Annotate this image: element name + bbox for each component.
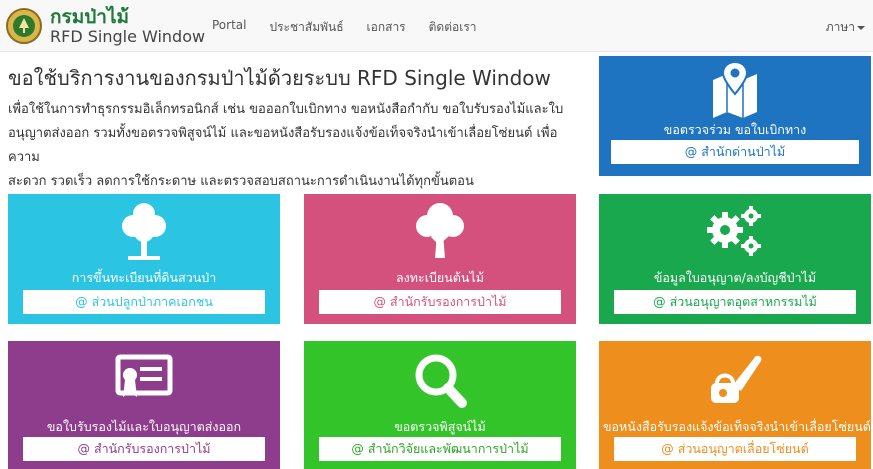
- page-heading: ขอใช้บริการงานของกรมป่าไม้ด้วยระบบ RFD S…: [8, 66, 551, 90]
- nav-contact[interactable]: ติดต่อเรา: [429, 18, 477, 37]
- forest-trees-icon: [8, 200, 280, 262]
- tile-agency-button[interactable]: @ ส่วนอนุญาตอุตสาหกรรมไม้: [614, 290, 856, 314]
- map-pin-icon: [599, 60, 871, 118]
- magnifier-icon: [304, 351, 576, 409]
- tile-title: ข้อมูลใบอนุญาต/ลงบัญชีป่าไม้: [653, 270, 817, 285]
- intro-line-1: เพื่อใช้ในการทำธุรกรรมอิเล็กทรอนิกส์ เช่…: [8, 102, 564, 117]
- intro-line-3: สะดวก รวดเร็ว ลดการใช้กระดาษ และตรวจสอบส…: [8, 174, 474, 189]
- tile-agency-button[interactable]: @ ส่วนปลูกป่าภาคเอกชน: [23, 290, 265, 314]
- tile-title: การขึ้นทะเบียนที่ดินสวนป่า: [71, 270, 217, 285]
- top-navbar: กรมป่าไม้ RFD Single Window Portal ประชา…: [0, 0, 873, 52]
- brand-subtitle: RFD Single Window: [50, 26, 206, 46]
- tile-chainsaw-import-certificate[interactable]: ขอหนังสือรับรองแจ้งข้อเท็จจริงนำเข้าเลื่…: [599, 341, 871, 469]
- tile-agency-button[interactable]: @ ส่วนอนุญาตเลื่อยโซ่ยนต์: [614, 437, 856, 461]
- tile-title: ขอตรวจพิสูจน์ไม้: [394, 419, 486, 434]
- rfd-logo-icon: [6, 8, 42, 44]
- main-nav: Portal ประชาสัมพันธ์ เอกสาร ติดต่อเรา: [212, 18, 500, 37]
- tile-tree-registration[interactable]: ลงทะเบียนต้นไม้ @ สำนักรับรองการป่าไม้: [304, 194, 576, 324]
- tile-plantation-registration[interactable]: การขึ้นทะเบียนที่ดินสวนป่า @ ส่วนปลูกป่า…: [8, 194, 280, 324]
- tile-agency-button[interactable]: @ สำนักรับรองการป่าไม้: [319, 290, 561, 314]
- language-label: ภาษา: [825, 20, 855, 34]
- intro-line-2: อนุญาตส่งออก รวมทั้งขอตรวจพิสูจน์ไม้ และ…: [8, 126, 558, 165]
- tile-title: ขอหนังสือรับรองแจ้งข้อเท็จจริงนำเข้าเลื่…: [603, 419, 871, 434]
- tile-agency-button[interactable]: @ สำนักรับรองการป่าไม้: [23, 437, 265, 461]
- tile-agency-button[interactable]: @ สำนักด่านป่าไม้: [611, 140, 859, 164]
- tile-joint-inspection[interactable]: ขอตรวจร่วม ขอใบเบิกทาง @ สำนักด่านป่าไม้: [599, 56, 871, 176]
- tree-icon: [304, 200, 576, 262]
- tile-export-certificate[interactable]: ขอใบรับรองไม้และใบอนุญาตส่งออก @ สำนักรั…: [8, 341, 280, 469]
- tile-title: ขอใบรับรองไม้และใบอนุญาตส่งออก: [46, 419, 242, 434]
- brand-title: กรมป่าไม้: [50, 5, 130, 28]
- tile-title: ลงทะเบียนต้นไม้: [396, 270, 484, 285]
- language-dropdown[interactable]: ภาษา: [826, 18, 865, 37]
- tile-agency-button[interactable]: @ สำนักวิจัยและพัฒนาการป่าไม้: [319, 437, 561, 461]
- gears-icon: [599, 200, 871, 262]
- brand-home-link[interactable]: กรมป่าไม้ RFD Single Window: [6, 4, 205, 48]
- certificate-icon: [8, 351, 280, 407]
- chainsaw-icon: [599, 351, 871, 411]
- tile-wood-identification[interactable]: ขอตรวจพิสูจน์ไม้ @ สำนักวิจัยและพัฒนาการ…: [304, 341, 576, 469]
- intro-section: ขอใช้บริการงานของกรมป่าไม้ด้วยระบบ RFD S…: [8, 66, 588, 194]
- tile-title: ขอตรวจร่วม ขอใบเบิกทาง: [663, 122, 807, 137]
- nav-public-relations[interactable]: ประชาสัมพันธ์: [269, 18, 343, 37]
- nav-portal[interactable]: Portal: [212, 18, 246, 37]
- caret-down-icon: [857, 25, 865, 30]
- nav-documents[interactable]: เอกสาร: [367, 18, 406, 37]
- tile-license-data[interactable]: ข้อมูลใบอนุญาต/ลงบัญชีป่าไม้ @ ส่วนอนุญา…: [599, 194, 871, 324]
- intro-paragraph: เพื่อใช้ในการทำธุรกรรมอิเล็กทรอนิกส์ เช่…: [8, 98, 588, 194]
